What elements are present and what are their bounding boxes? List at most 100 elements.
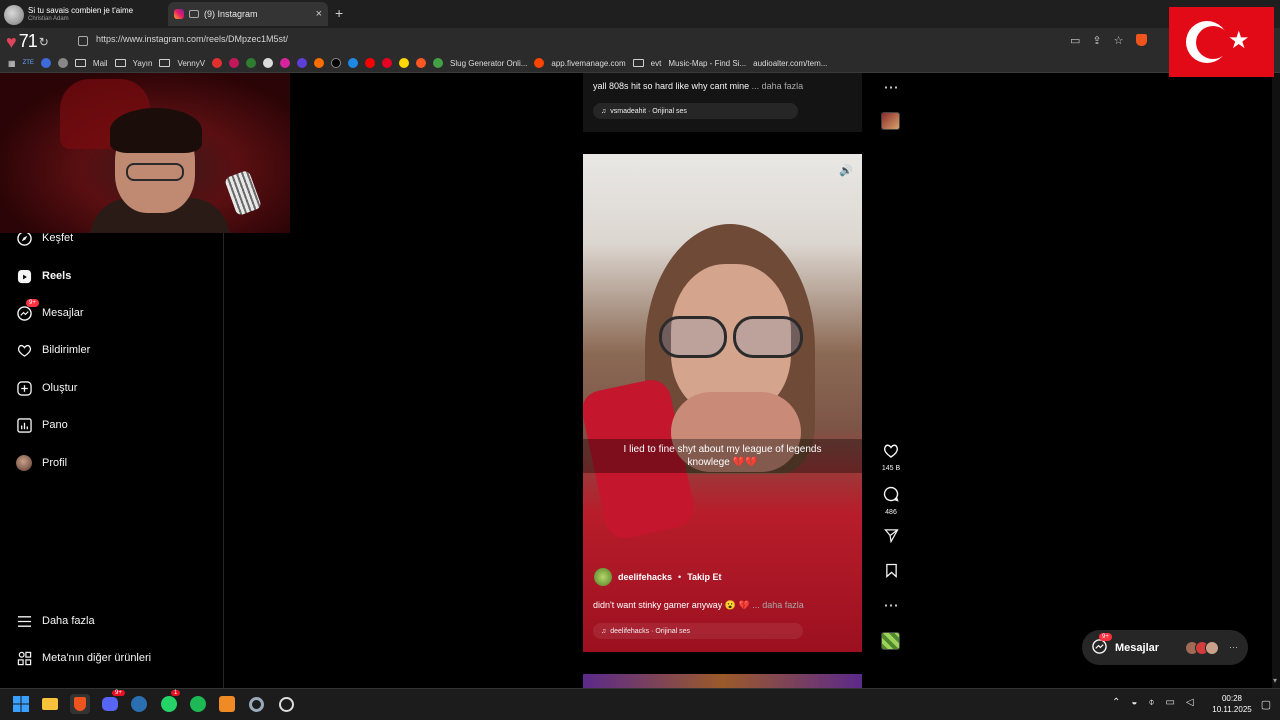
close-tab-button[interactable]: × <box>316 8 322 20</box>
clock-date: 10.11.2025 <box>1212 705 1252 714</box>
app-icon[interactable] <box>217 694 237 714</box>
bookmark-icon[interactable] <box>399 58 410 68</box>
sidebar-item-messages[interactable]: 9+ Mesajlar <box>16 299 84 321</box>
bookmark-icon[interactable] <box>280 58 291 68</box>
reel-caption[interactable]: didn't want stinky gamer anyway 😮 💔 ... … <box>593 600 804 611</box>
reddit-icon[interactable] <box>534 58 545 68</box>
audio-thumbnail[interactable] <box>881 112 900 130</box>
bookmark-mail[interactable]: Mail <box>74 59 108 68</box>
bookmark-vennyv[interactable]: VennyV <box>159 59 205 68</box>
taskbar-clock[interactable]: 00:28 10.11.2025 <box>1206 693 1258 715</box>
folder-icon <box>632 59 644 67</box>
sidebar-item-notifications[interactable]: Bildirimler <box>16 342 90 358</box>
like-count: 145 B <box>881 465 901 472</box>
author-avatar[interactable] <box>594 568 612 586</box>
save-button[interactable] <box>878 563 904 582</box>
bookmark-zte[interactable]: ZTE <box>23 60 34 66</box>
more-link[interactable]: ... daha fazla <box>752 81 804 91</box>
bookmark-icon[interactable] <box>40 58 51 68</box>
more-options-prev-button[interactable]: ⋯ <box>878 80 904 96</box>
headset-icon[interactable]: ◒ <box>1131 697 1137 708</box>
sidebar-item-label: Meta'nın diğer ürünleri <box>42 652 152 664</box>
bookmark-icon[interactable] <box>212 58 223 68</box>
audio-pill[interactable]: ♫ vsmadeahit · Orijinal ses <box>593 103 798 119</box>
audio-pill[interactable]: ♫ deelifehacks · Orijinal ses <box>593 623 803 639</box>
next-reel[interactable] <box>583 674 862 688</box>
media-artist: Christian Adam <box>28 16 69 22</box>
bookmark-icon[interactable] <box>348 58 359 68</box>
spotify-icon[interactable] <box>188 694 208 714</box>
comment-button[interactable]: 486 <box>878 486 904 516</box>
show-hidden-icons-icon[interactable]: ⌃ <box>1112 697 1120 708</box>
bookmark-music-map[interactable]: Music-Map - Find Si... <box>668 59 746 68</box>
send-icon <box>883 528 899 547</box>
file-explorer-icon[interactable] <box>40 694 60 714</box>
bookmark-slug-generator[interactable]: Slug Generator Onli... <box>450 59 527 68</box>
network-icon[interactable]: ▭ <box>1165 697 1174 708</box>
pinterest-icon[interactable] <box>382 58 393 68</box>
messages-float-button[interactable]: 9+ Mesajlar ⋯ <box>1082 630 1248 665</box>
sidebar-item-meta[interactable]: Meta'nın diğer ürünleri <box>16 650 151 666</box>
like-button[interactable]: 145 B <box>878 443 904 472</box>
bookmark-icon[interactable] <box>314 58 325 68</box>
webcam-overlay <box>0 73 290 233</box>
site-settings-icon[interactable] <box>78 36 88 46</box>
notification-center-icon[interactable]: ▢ <box>1256 694 1276 714</box>
brave-browser-icon[interactable] <box>70 694 90 714</box>
plus-square-icon <box>16 380 32 396</box>
microphone-icon[interactable]: ⌽ <box>1148 697 1154 708</box>
windows-start-icon[interactable] <box>11 694 31 714</box>
bookmark-fivemanage[interactable]: app.fivemanage.com <box>551 59 625 68</box>
sidebar-item-dashboard[interactable]: Pano <box>16 417 68 433</box>
cast-icon[interactable]: ▭ <box>1070 34 1080 47</box>
volume-icon[interactable]: ◁ <box>1186 697 1194 708</box>
bookmark-icon[interactable] <box>246 58 257 68</box>
sidebar-item-profile[interactable]: Profil <box>16 455 67 471</box>
sidebar-item-more[interactable]: Daha fazla <box>16 613 95 629</box>
reel-caption[interactable]: yall 808s hit so hard like why cant mine… <box>593 81 803 91</box>
bookmark-yayin[interactable]: Yayın <box>114 59 152 68</box>
reel-video[interactable]: 🔊 I lied to fine shyt about my league of… <box>583 154 862 652</box>
media-widget[interactable]: Si tu savais combien je t'aime Christian… <box>4 4 164 26</box>
share-button[interactable] <box>878 528 904 547</box>
reload-icon[interactable]: ↻ <box>39 35 49 49</box>
previous-reel[interactable]: yall 808s hit so hard like why cant mine… <box>583 73 862 132</box>
sidebar-item-create[interactable]: Oluştur <box>16 380 77 396</box>
discord-icon[interactable]: 9+ <box>100 690 125 714</box>
share-icon[interactable]: ⇪ <box>1092 34 1101 47</box>
apps-grid-icon[interactable]: ▦ <box>8 59 16 68</box>
volume-icon[interactable]: 🔊 <box>839 164 853 177</box>
more-link[interactable]: ... daha fazla <box>752 600 804 610</box>
bookmark-icon[interactable] <box>263 58 274 68</box>
bookmark-icon[interactable] <box>229 58 240 68</box>
author-username[interactable]: deelifehacks <box>618 572 672 582</box>
bookmark-evt[interactable]: evt <box>632 59 661 68</box>
folder-icon <box>74 59 86 67</box>
heart-icon <box>883 443 899 462</box>
settings-gear-icon[interactable] <box>246 694 266 714</box>
brave-shield-icon[interactable] <box>1135 34 1147 46</box>
bookmark-icon[interactable] <box>297 58 308 68</box>
browser-tab[interactable]: (9) Instagram × <box>168 2 328 26</box>
app-icon[interactable] <box>276 694 296 714</box>
youtube-icon[interactable] <box>365 58 376 68</box>
scroll-down-arrow[interactable]: ▾ <box>1273 676 1279 686</box>
audio-thumbnail[interactable] <box>881 632 900 650</box>
whatsapp-icon[interactable]: 1 <box>159 690 181 714</box>
sidebar-item-reels[interactable]: Reels <box>16 268 71 284</box>
bookmark-icon[interactable] <box>416 58 427 68</box>
messenger-icon: 9+ <box>16 299 39 321</box>
steam-icon[interactable] <box>129 694 149 714</box>
x-icon[interactable] <box>331 58 342 68</box>
bookmark-icon[interactable] <box>433 58 444 68</box>
url-field[interactable]: https://www.instagram.com/reels/DMpzec1M… <box>96 34 288 44</box>
bookmark-audioalter[interactable]: audioalter.com/tem... <box>753 59 827 68</box>
mute-tab-icon[interactable] <box>189 10 199 18</box>
bookmark-star-icon[interactable]: ☆ <box>1114 34 1124 47</box>
new-tab-button[interactable]: + <box>335 5 343 21</box>
bookmark-icon[interactable] <box>57 58 68 68</box>
page-scrollbar[interactable] <box>1272 73 1280 688</box>
hamburger-icon <box>16 613 32 629</box>
follow-button[interactable]: Takip Et <box>687 572 721 582</box>
more-options-button[interactable]: ⋯ <box>878 598 904 614</box>
